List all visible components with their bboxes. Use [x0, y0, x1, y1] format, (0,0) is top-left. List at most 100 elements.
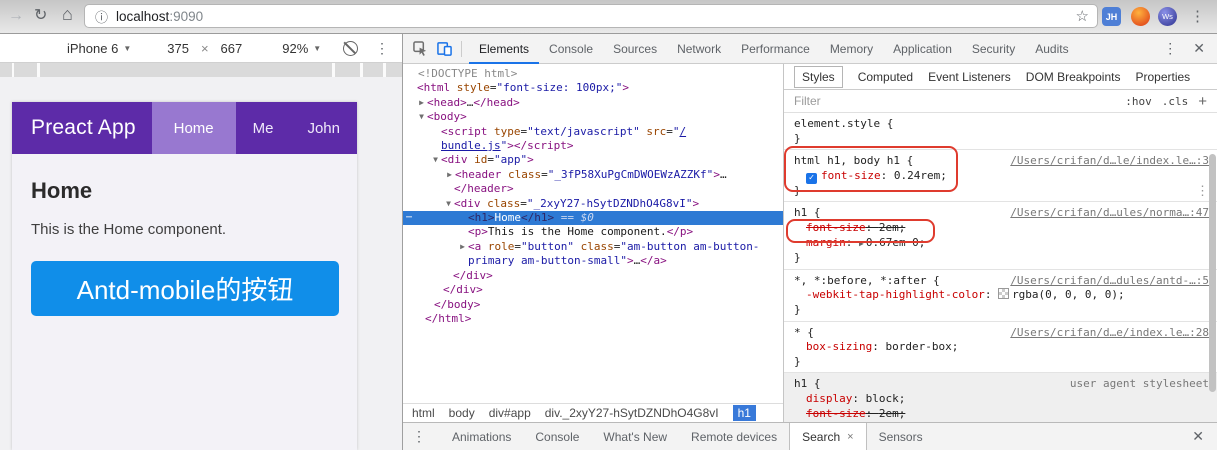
extension-ws-icon[interactable]: Ws — [1158, 7, 1177, 26]
zoom-select[interactable]: 92% — [282, 41, 308, 56]
collapse-arrow-icon[interactable]: ▼ — [416, 110, 427, 124]
drawer-tab-sensors[interactable]: Sensors — [867, 423, 935, 450]
drawer-menu-icon[interactable]: ⋮ — [412, 428, 426, 445]
dom-tree-row[interactable]: ▼ <div id="app"> — [403, 153, 783, 167]
drawer-close-icon[interactable]: ✕ — [1192, 428, 1204, 445]
stylesheet-link[interactable]: /Users/crifan/d…ules/norma…:47 — [1010, 206, 1209, 221]
css-declaration[interactable]: font-size: 2em; — [794, 407, 1209, 422]
devtools-menu-icon[interactable]: ⋮ — [1163, 40, 1177, 57]
dom-tree-row[interactable]: <p>This is the Home component.</p> — [403, 225, 783, 239]
rule-actions-icon[interactable]: ⋮ — [1196, 184, 1209, 200]
breadcrumb-item-div-2xyy27-hsytdzndho4g8vi[interactable]: div._2xyY27-hSytDZNDhO4G8vI — [545, 406, 719, 420]
devtools-close-icon[interactable]: ✕ — [1193, 40, 1205, 57]
collapse-arrow-icon[interactable]: ▼ — [443, 197, 454, 211]
css-declaration[interactable]: -webkit-tap-highlight-color: rgba(0, 0, … — [794, 288, 1209, 303]
url-text[interactable]: localhost:9090 — [116, 9, 203, 24]
dom-tree-row[interactable]: </body> — [403, 298, 783, 312]
checkbox-checked-icon[interactable]: ✓ — [806, 172, 817, 184]
tab-console[interactable]: Console — [539, 34, 603, 64]
css-selector[interactable]: /Users/crifan/d…e/index.le…:28 * { — [794, 326, 1209, 341]
filter-input[interactable]: Filter — [794, 94, 821, 108]
dom-tree-row[interactable]: <!DOCTYPE html> — [403, 67, 783, 81]
overflow-menu-icon[interactable]: ⋯ — [406, 211, 413, 225]
css-selector[interactable]: /Users/crifan/d…le/index.le…:3 html h1, b… — [794, 154, 1209, 169]
stylesheet-link[interactable]: /Users/crifan/d…le/index.le…:3 — [1010, 154, 1209, 169]
tab-audits[interactable]: Audits — [1025, 34, 1078, 64]
tab-application[interactable]: Application — [883, 34, 962, 64]
bookmark-star-icon[interactable]: ☆ — [1076, 7, 1089, 25]
drawer-tab-animations[interactable]: Animations — [440, 423, 523, 450]
tab-memory[interactable]: Memory — [820, 34, 883, 64]
css-selector[interactable]: /Users/crifan/d…dules/antd-…:5 *, *:befor… — [794, 274, 1209, 289]
scrollbar-thumb[interactable] — [1209, 154, 1216, 392]
dom-tree-row[interactable]: <script type="text/javascript" src="/ — [403, 125, 783, 139]
dom-tree-row[interactable]: primary am-button-small">…</a> — [403, 254, 783, 268]
dom-tree-row[interactable]: <html style="font-size: 100px;"> — [403, 81, 783, 95]
class-toggle-button[interactable]: .cls — [1162, 95, 1189, 108]
drawer-tab-remote-devices[interactable]: Remote devices — [679, 423, 789, 450]
dom-tree-row[interactable]: </div> — [403, 269, 783, 283]
extension-flame-icon[interactable] — [1131, 7, 1150, 26]
css-selector[interactable]: /Users/crifan/d…ules/norma…:47 h1 { — [794, 206, 1209, 221]
page-info-icon[interactable]: ⓘ — [95, 7, 108, 26]
dom-tree-row[interactable]: ▶ <header class="_3fP58XuPgCmDWOEWzAZZKf"… — [403, 168, 783, 182]
forward-icon[interactable]: → — [8, 7, 24, 25]
extension-jh-icon[interactable]: JH — [1102, 7, 1121, 26]
css-selector[interactable]: user agent stylesheet h1 { — [794, 377, 1209, 392]
breadcrumb-item-body[interactable]: body — [449, 406, 475, 420]
drawer-tab-what-s-new[interactable]: What's New — [591, 423, 679, 450]
dom-tree-row[interactable]: ▶ <head>…</head> — [403, 96, 783, 110]
tab-network[interactable]: Network — [667, 34, 731, 64]
css-declaration[interactable]: display: block; — [794, 392, 1209, 407]
browser-menu-icon[interactable]: ⋮ — [1190, 7, 1205, 25]
styles-tab-event-listeners[interactable]: Event Listeners — [928, 70, 1011, 84]
device-select[interactable]: iPhone 6 — [67, 41, 118, 56]
styles-tab-dom-breakpoints[interactable]: DOM Breakpoints — [1026, 70, 1121, 84]
tab-performance[interactable]: Performance — [731, 34, 820, 64]
viewport-width[interactable]: 375 — [167, 41, 189, 56]
expand-arrow-icon[interactable]: ▶ — [444, 168, 455, 182]
dom-tree-row[interactable]: </html> — [403, 312, 783, 326]
css-declaration[interactable]: ✓ font-size: 0.24rem; — [794, 169, 1209, 184]
css-selector[interactable]: element.style { — [794, 117, 1209, 132]
app-nav-item-john[interactable]: John — [290, 102, 357, 154]
dom-tree-row[interactable]: </header> — [403, 182, 783, 196]
app-nav-item-home[interactable]: Home — [151, 102, 236, 154]
resource-link[interactable]: bundle.js — [441, 139, 501, 152]
drawer-tab-console[interactable]: Console — [523, 423, 591, 450]
styles-tab-properties[interactable]: Properties — [1135, 70, 1190, 84]
expand-shorthand-icon[interactable]: ▶ — [859, 239, 864, 248]
dom-tree-row[interactable]: </div> — [403, 283, 783, 297]
dom-tree-row[interactable]: bundle.js"></script> — [403, 139, 783, 153]
rotate-device-icon[interactable] — [343, 40, 359, 56]
device-toggle-icon[interactable] — [437, 41, 452, 56]
drawer-tab-search[interactable]: Search × — [789, 423, 867, 450]
breadcrumb-item-html[interactable]: html — [412, 406, 435, 420]
reload-icon[interactable]: ↻ — [34, 7, 47, 25]
app-nav-item-me[interactable]: Me — [236, 102, 291, 154]
expand-arrow-icon[interactable]: ▶ — [457, 240, 468, 254]
stylesheet-link[interactable]: /Users/crifan/d…e/index.le…:28 — [1010, 326, 1209, 341]
inspect-element-icon[interactable] — [413, 41, 428, 56]
collapse-arrow-icon[interactable]: ▼ — [430, 153, 441, 167]
dom-tree-row[interactable]: ▼ <body> — [403, 110, 783, 124]
tab-sources[interactable]: Sources — [603, 34, 667, 64]
device-toolbar-menu-icon[interactable]: ⋮ — [375, 40, 389, 57]
breadcrumb-item-h1[interactable]: h1 — [732, 405, 756, 421]
tab-close-icon[interactable]: × — [847, 431, 853, 443]
color-swatch[interactable] — [998, 288, 1010, 300]
resource-link[interactable]: / — [679, 125, 686, 138]
styles-tab-styles[interactable]: Styles — [794, 65, 843, 88]
hover-state-button[interactable]: :hov — [1125, 95, 1152, 108]
viewport-height[interactable]: 667 — [221, 41, 243, 56]
antd-button[interactable]: Antd-mobile的按钮 — [31, 261, 339, 316]
dom-tree-row[interactable]: ⋯ <h1>Home</h1> == $0 — [403, 211, 783, 226]
dom-tree-row[interactable]: ▶ <a role="button" class="am-button am-bu… — [403, 240, 783, 254]
tab-security[interactable]: Security — [962, 34, 1025, 64]
breadcrumb-item-div-app[interactable]: div#app — [489, 406, 531, 420]
css-declaration[interactable]: font-size: 2em; — [794, 221, 1209, 236]
styles-tab-computed[interactable]: Computed — [858, 70, 913, 84]
css-declaration[interactable]: box-sizing: border-box; — [794, 340, 1209, 355]
dom-tree-row[interactable]: ▼ <div class="_2xyY27-hSytDZNDhO4G8vI"> — [403, 197, 783, 211]
home-icon[interactable]: ⌂ — [62, 5, 73, 23]
